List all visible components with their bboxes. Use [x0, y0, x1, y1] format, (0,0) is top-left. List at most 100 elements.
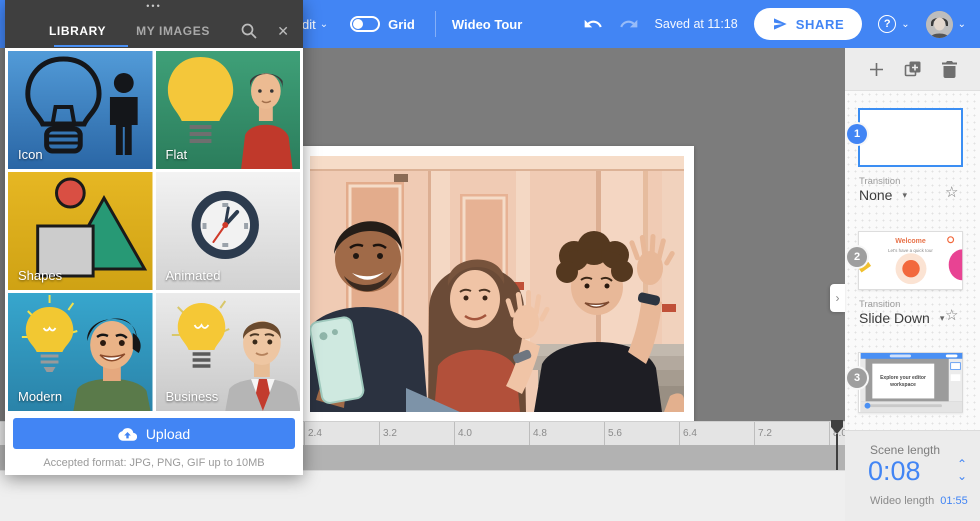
- star-icon: ☆: [945, 307, 958, 324]
- wideo-tour-button[interactable]: Wideo Tour: [452, 17, 522, 32]
- search-button[interactable]: [241, 23, 257, 39]
- grid-toggle-label: Grid: [388, 17, 415, 32]
- saved-status: Saved at 11:18: [655, 17, 738, 31]
- scene-length-panel: Scene length 0:08 ⌃ ⌄ Wideo length 01:55: [845, 430, 980, 521]
- drag-handle[interactable]: •••: [5, 1, 303, 11]
- close-icon: ✕: [277, 23, 289, 40]
- upload-button[interactable]: Upload: [13, 418, 295, 449]
- tab-library[interactable]: LIBRARY: [49, 24, 106, 38]
- toggle-track: [350, 16, 380, 32]
- canvas-photo-object[interactable]: [300, 146, 694, 422]
- library-panel-header: ••• LIBRARY MY IMAGES ✕: [5, 0, 303, 48]
- scene-length-value: 0:08: [868, 456, 921, 487]
- undo-icon: [583, 14, 603, 34]
- category-modern[interactable]: Modern: [8, 293, 153, 411]
- scene-1-thumbnail[interactable]: [858, 108, 963, 167]
- chevron-down-icon: ⌄: [957, 469, 967, 483]
- scene-2-badge: 2: [847, 247, 867, 267]
- scene-2-preview: [859, 232, 964, 289]
- scene-1-favorite-button[interactable]: ☆: [945, 183, 958, 201]
- share-button[interactable]: SHARE: [754, 8, 863, 40]
- category-label: Icon: [18, 147, 43, 162]
- category-animated[interactable]: Animated: [156, 172, 301, 290]
- photo-of-three-people-waving: [310, 156, 684, 412]
- send-icon: [772, 16, 788, 32]
- tab-my-images[interactable]: MY IMAGES: [136, 24, 210, 38]
- search-icon: [241, 23, 257, 39]
- scene-3-thumbnail[interactable]: Explore your editor workspace: [858, 352, 963, 413]
- duplicate-scene-button[interactable]: [904, 60, 922, 78]
- question-icon: ?: [878, 15, 896, 33]
- scene-3-preview: [859, 353, 964, 412]
- edit-menu[interactable]: dit ⌄: [302, 17, 328, 32]
- library-panel: ••• LIBRARY MY IMAGES ✕: [5, 0, 303, 475]
- chevron-right-icon: ›: [836, 291, 840, 305]
- redo-icon: [619, 14, 639, 34]
- category-label: Business: [166, 389, 219, 404]
- share-button-label: SHARE: [796, 17, 845, 32]
- playhead[interactable]: [831, 420, 843, 434]
- topbar-divider: [435, 11, 436, 37]
- playhead-triangle: [831, 427, 843, 434]
- video-length-row: Wideo length 01:55: [870, 495, 968, 507]
- wideo-editor-app: dit ⌄ Grid Wideo Tour Saved at 11:18 SHA…: [0, 0, 980, 521]
- category-business[interactable]: Business: [156, 293, 301, 411]
- delete-scene-button[interactable]: [942, 61, 957, 78]
- category-icon[interactable]: Icon: [8, 51, 153, 169]
- cloud-upload-icon: [118, 427, 137, 441]
- scene-toolbar: [845, 48, 980, 91]
- plus-icon: [869, 62, 884, 77]
- trash-icon: [942, 61, 957, 78]
- chevron-down-icon: ⌄: [901, 19, 909, 30]
- caret-down-icon: ▾: [902, 190, 907, 201]
- transition-value: None: [859, 187, 892, 203]
- decrease-length-button[interactable]: ⌄: [957, 471, 967, 482]
- playhead-head: [831, 420, 843, 427]
- library-tabs: LIBRARY MY IMAGES ✕: [5, 16, 303, 46]
- account-menu[interactable]: ⌄: [926, 11, 966, 38]
- playhead-line: [836, 434, 838, 470]
- undo-button[interactable]: [583, 14, 603, 34]
- scene-2-thumbnail[interactable]: Welcome Let's have a quick tour: [858, 231, 963, 290]
- edit-menu-label: dit: [302, 17, 316, 32]
- scenes-sidebar: 1 Transition None ▾ ☆ Welcome Let's have…: [845, 48, 980, 521]
- caret-down-icon: ▾: [940, 313, 945, 324]
- close-panel-button[interactable]: ✕: [277, 23, 289, 40]
- category-label: Flat: [166, 147, 188, 162]
- grid-toggle[interactable]: Grid: [350, 16, 415, 32]
- scene-1-badge: 1: [847, 124, 867, 144]
- scene-2-favorite-button[interactable]: ☆: [945, 306, 958, 324]
- add-scene-button[interactable]: [869, 62, 884, 77]
- topbar-right: Saved at 11:18 SHARE ? ⌄ ⌄: [583, 0, 966, 48]
- duplicate-icon: [904, 60, 922, 78]
- scene-length-label: Scene length: [870, 443, 940, 457]
- avatar: [926, 11, 953, 38]
- category-label: Animated: [166, 268, 221, 283]
- category-flat[interactable]: Flat: [156, 51, 301, 169]
- chevron-down-icon: ⌄: [958, 19, 966, 30]
- video-length-value: 01:55: [940, 495, 968, 507]
- chevron-down-icon: ⌄: [320, 19, 328, 30]
- transition-label: Transition: [859, 176, 900, 187]
- category-shapes[interactable]: Shapes: [8, 172, 153, 290]
- help-menu[interactable]: ? ⌄: [878, 15, 909, 33]
- scene-list: 1 Transition None ▾ ☆ Welcome Let's have…: [845, 91, 980, 430]
- star-icon: ☆: [945, 184, 958, 201]
- toggle-knob: [353, 19, 363, 29]
- category-label: Shapes: [18, 268, 62, 283]
- library-categories: Icon Flat: [5, 48, 303, 414]
- scene-2-transition-dropdown[interactable]: Slide Down ▾: [859, 310, 944, 326]
- bottom-toolbar: ? Help ⌄: [0, 470, 845, 521]
- topbar-left: dit ⌄ Grid Wideo Tour: [302, 0, 522, 48]
- scene-1-transition-dropdown[interactable]: None ▾: [859, 187, 907, 203]
- transition-label: Transition: [859, 299, 900, 310]
- sidebar-collapse-handle[interactable]: ›: [830, 284, 845, 312]
- redo-button[interactable]: [619, 14, 639, 34]
- video-length-label: Wideo length: [870, 495, 934, 507]
- scene-length-stepper: ⌃ ⌄: [957, 459, 967, 482]
- upload-button-label: Upload: [146, 426, 190, 442]
- scene-3-badge: 3: [847, 368, 867, 388]
- transition-value: Slide Down: [859, 310, 930, 326]
- upload-hint: Accepted format: JPG, PNG, GIF up to 10M…: [5, 457, 303, 469]
- upload-section: Upload Accepted format: JPG, PNG, GIF up…: [5, 414, 303, 475]
